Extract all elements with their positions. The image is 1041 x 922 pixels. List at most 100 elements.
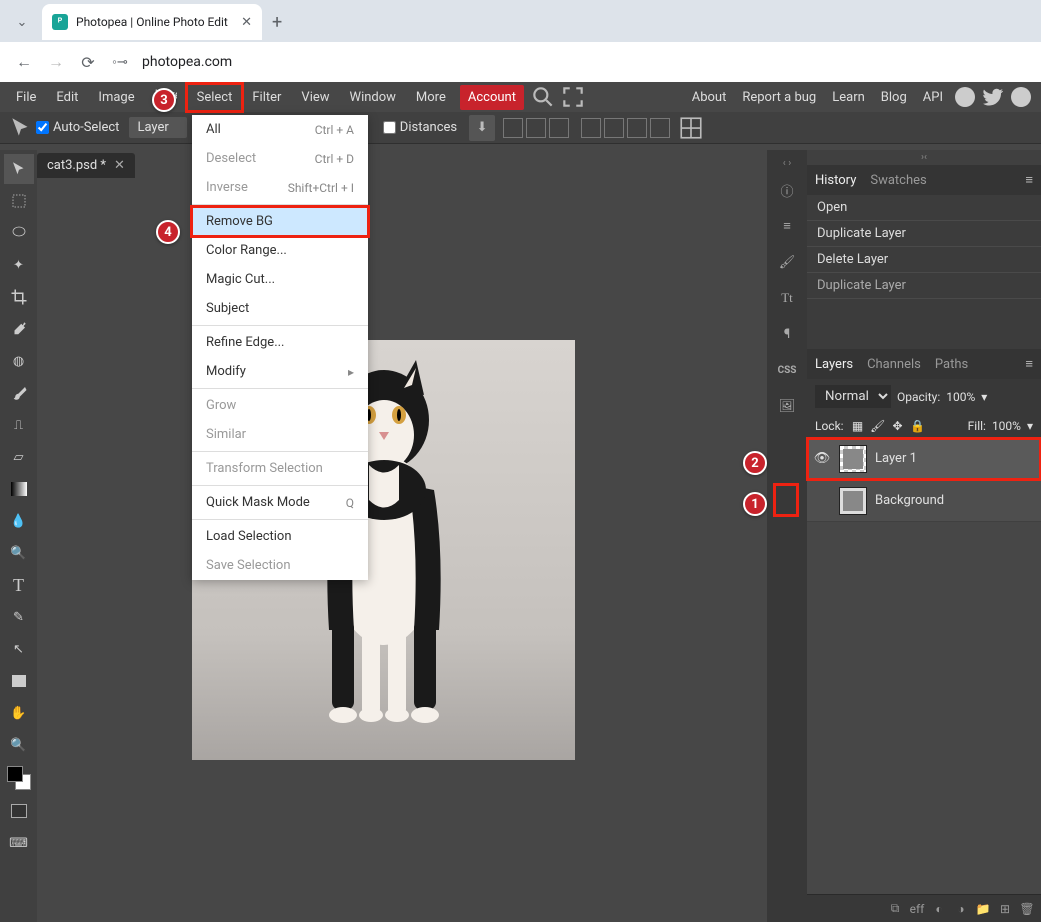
history-item[interactable]: Duplicate Layer <box>807 273 1041 299</box>
wand-tool[interactable]: ✦ <box>4 250 34 280</box>
tab-paths[interactable]: Paths <box>935 357 968 372</box>
marquee-tool[interactable] <box>4 186 34 216</box>
opacity-value[interactable]: 100% <box>946 390 975 404</box>
menu-api[interactable]: API <box>915 84 951 111</box>
history-item[interactable]: Open <box>807 195 1041 221</box>
menu-item-refine-edge-[interactable]: Refine Edge... <box>192 328 368 357</box>
tab-channels[interactable]: Channels <box>867 357 921 372</box>
brush-panel-icon[interactable]: 🖌 <box>772 247 802 277</box>
fill-value[interactable]: 100% <box>992 419 1021 433</box>
image-panel-icon[interactable]: 🖼 <box>772 391 802 421</box>
paragraph-panel-icon[interactable]: ¶ <box>772 319 802 349</box>
close-icon[interactable]: ✕ <box>114 158 125 173</box>
mask-icon[interactable]: ◐ <box>931 902 947 916</box>
menu-more[interactable]: More <box>406 84 456 111</box>
lock-icons[interactable]: ▦🖌✥🔒 <box>850 418 926 434</box>
visibility-icon[interactable]: 👁 <box>813 450 831 468</box>
menu-account[interactable]: Account <box>460 85 524 110</box>
folder-icon[interactable]: 📁 <box>975 902 991 916</box>
hand-tool[interactable]: ✋ <box>4 698 34 728</box>
menu-item-magic-cut-[interactable]: Magic Cut... <box>192 265 368 294</box>
quick-mask-toggle[interactable] <box>4 796 34 826</box>
facebook-icon[interactable] <box>1009 85 1033 109</box>
grid-icon[interactable] <box>678 115 704 141</box>
trash-icon[interactable]: 🗑 <box>1019 902 1035 916</box>
distances-checkbox[interactable]: Distances <box>383 120 457 135</box>
eyedropper-tool[interactable] <box>4 314 34 344</box>
tab-swatches[interactable]: Swatches <box>870 173 926 188</box>
move-tool[interactable] <box>4 154 34 184</box>
link-icon[interactable]: ⧉ <box>887 901 903 916</box>
text-tool[interactable]: T <box>4 570 34 600</box>
menu-filter[interactable]: Filter <box>242 84 291 111</box>
layer-select[interactable]: Layer <box>129 117 186 138</box>
fx-label[interactable]: eff <box>909 902 925 916</box>
back-button[interactable]: ← <box>8 46 40 78</box>
menu-window[interactable]: Window <box>340 84 406 111</box>
dodge-tool[interactable]: 🔍 <box>4 538 34 568</box>
panel-menu-icon[interactable]: ≡ <box>1025 356 1033 372</box>
fullscreen-icon[interactable] <box>560 84 586 110</box>
menu-item-load-selection[interactable]: Load Selection <box>192 522 368 551</box>
site-info-icon[interactable]: ◦⊸ <box>108 50 132 74</box>
color-swatch[interactable] <box>4 762 34 794</box>
healing-tool[interactable]: ◍ <box>4 346 34 376</box>
pen-tool[interactable]: ✎ <box>4 602 34 632</box>
history-item[interactable]: Delete Layer <box>807 247 1041 273</box>
tabs-dropdown[interactable]: ⌄ <box>8 8 36 36</box>
info-panel-icon[interactable]: ⓘ <box>772 175 802 205</box>
menu-learn[interactable]: Learn <box>824 84 873 111</box>
visibility-icon[interactable] <box>813 492 831 510</box>
menu-item-quick-mask-mode[interactable]: Quick Mask ModeQ <box>192 488 368 517</box>
menu-image[interactable]: Image <box>88 84 144 111</box>
reddit-icon[interactable] <box>953 85 977 109</box>
layer-name[interactable]: Background <box>875 493 944 508</box>
auto-select-checkbox[interactable]: Auto-Select <box>36 120 119 135</box>
tab-layers[interactable]: Layers <box>815 357 853 372</box>
rect-tool[interactable] <box>4 666 34 696</box>
canvas-area[interactable] <box>37 180 767 922</box>
layer-thumbnail[interactable] <box>839 445 867 473</box>
address-input[interactable]: ◦⊸ photopea.com <box>108 46 1033 78</box>
chevron-down-icon[interactable]: ▾ <box>1027 419 1033 433</box>
adjustment-icon[interactable]: ◑ <box>953 902 969 916</box>
close-icon[interactable]: ✕ <box>241 15 252 30</box>
menu-select[interactable]: Select <box>187 84 243 111</box>
menu-item-remove-bg[interactable]: Remove BG <box>192 207 368 236</box>
layer-row[interactable]: 👁 Layer 1 <box>807 438 1041 480</box>
new-tab-button[interactable]: + <box>272 12 282 33</box>
css-panel-icon[interactable]: CSS <box>772 355 802 385</box>
browser-tab[interactable]: ᴾ Photopea | Online Photo Edit ✕ <box>42 4 262 40</box>
menu-about[interactable]: About <box>684 84 735 111</box>
blur-tool[interactable]: 💧 <box>4 506 34 536</box>
tab-history[interactable]: History <box>815 173 856 188</box>
layer-row[interactable]: Background <box>807 480 1041 522</box>
gradient-tool[interactable] <box>4 474 34 504</box>
menu-blog[interactable]: Blog <box>873 84 915 111</box>
layer-name[interactable]: Layer 1 <box>875 451 917 466</box>
menu-view[interactable]: View <box>291 84 339 111</box>
document-tab[interactable]: cat3.psd * ✕ <box>37 153 135 178</box>
distribute-icons[interactable] <box>581 118 670 138</box>
zoom-tool[interactable]: 🔍 <box>4 730 34 760</box>
new-layer-icon[interactable]: ⊞ <box>997 902 1013 916</box>
menu-item-subject[interactable]: Subject <box>192 294 368 323</box>
menu-item-modify[interactable]: Modify▸ <box>192 357 368 386</box>
twitter-icon[interactable] <box>981 85 1005 109</box>
brush-tool[interactable] <box>4 378 34 408</box>
stamp-tool[interactable]: ⎍ <box>4 410 34 440</box>
crop-tool[interactable] <box>4 282 34 312</box>
history-item[interactable]: Duplicate Layer <box>807 221 1041 247</box>
character-panel-icon[interactable]: Tt <box>772 283 802 313</box>
blend-mode-select[interactable]: Normal <box>815 385 891 408</box>
chevron-down-icon[interactable]: ▾ <box>981 390 987 404</box>
menu-edit[interactable]: Edit <box>46 84 88 111</box>
reload-button[interactable]: ⟳ <box>72 46 104 78</box>
lasso-tool[interactable] <box>4 218 34 248</box>
keyboard-icon[interactable]: ⌨ <box>4 828 34 858</box>
path-tool[interactable]: ↖ <box>4 634 34 664</box>
menu-report-bug[interactable]: Report a bug <box>734 84 824 111</box>
adjustments-panel-icon[interactable]: ≡ <box>772 211 802 241</box>
search-icon[interactable] <box>530 84 556 110</box>
panel-menu-icon[interactable]: ≡ <box>1025 172 1033 188</box>
